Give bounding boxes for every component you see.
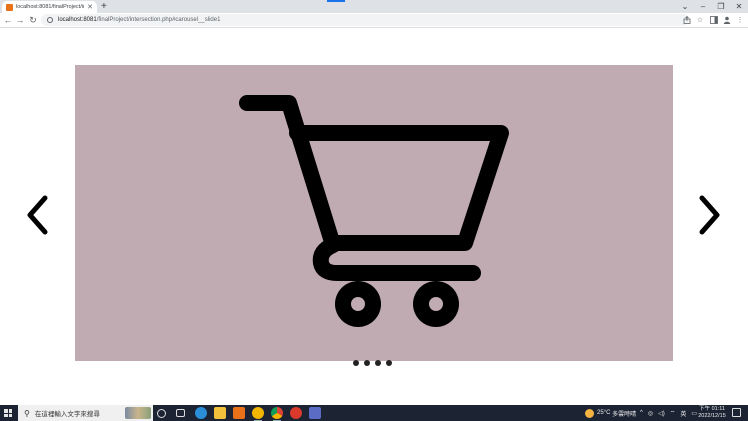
favicon-icon [6, 3, 13, 11]
weather-temp: 25°C [597, 410, 611, 416]
close-tab-icon[interactable]: ✕ [87, 4, 93, 11]
url-path: /finalProject/intersection.php#carousel_… [96, 17, 221, 23]
taskbar-clock[interactable]: 下午 01:11 2022/12/15 [696, 406, 728, 420]
notification-center-icon[interactable] [732, 408, 741, 417]
site-info-icon[interactable] [47, 17, 53, 23]
edge-icon[interactable] [195, 407, 207, 419]
address-bar[interactable]: localhost:8081/finalProject/intersection… [41, 14, 689, 26]
chrome-icon[interactable] [271, 407, 283, 421]
carousel-slide [75, 65, 673, 361]
task-view-icon[interactable] [176, 409, 185, 417]
url-host: localhost:8081 [58, 17, 97, 23]
sidepanel-icon[interactable] [708, 14, 720, 26]
weather-icon [585, 408, 594, 418]
carousel-dot-3[interactable] [375, 360, 381, 366]
carousel-next-button[interactable] [694, 193, 724, 237]
ime-indicator[interactable]: 英 [680, 409, 686, 418]
taskbar: ⚲ 在這裡輸入文字來搜尋 25°C 多雲時晴 ^ ◎ ◁) ⌔ 英 ▭ 下午 0… [0, 405, 748, 421]
clock-date: 2022/12/15 [698, 413, 726, 419]
volume-icon[interactable]: ◁) [658, 410, 665, 417]
app-red-icon[interactable] [290, 407, 302, 419]
share-icon[interactable] [681, 14, 693, 26]
carousel-dot-4[interactable] [386, 360, 392, 366]
network-icon[interactable]: ◎ [648, 410, 653, 417]
app-figure-icon[interactable] [309, 407, 321, 419]
profile-icon[interactable] [721, 14, 733, 26]
wifi-icon[interactable]: ⌔ [670, 409, 676, 417]
minimize-button[interactable]: – [694, 0, 712, 13]
store-icon[interactable] [233, 407, 245, 419]
system-tray: ^ ◎ ◁) ⌔ 英 ▭ [640, 405, 697, 421]
search-highlight-image [125, 407, 151, 419]
menu-icon[interactable]: ⋮ [734, 14, 746, 26]
carousel-prev-button[interactable] [23, 193, 53, 237]
browser-tab[interactable]: localhost:8081/finalProject/in ✕ [2, 1, 97, 13]
tab-drag-indicator [327, 0, 345, 2]
clock-time: 下午 01:11 [699, 406, 725, 412]
forward-button[interactable]: → [14, 14, 26, 26]
browser-toolbar: ← → ↻ localhost:8081/finalProject/inters… [0, 13, 748, 28]
weather-desc: 多雲時晴 [612, 411, 637, 418]
restore-button[interactable]: ❐ [712, 0, 730, 13]
carousel-dot-2[interactable] [364, 360, 370, 366]
cortana-icon[interactable] [157, 409, 166, 418]
search-icon: ⚲ [24, 408, 30, 418]
tab-title: localhost:8081/finalProject/in [16, 4, 85, 10]
shopping-cart-icon [239, 95, 509, 327]
carousel-dot-1[interactable] [353, 360, 359, 366]
weather-widget[interactable]: 25°C 多雲時晴 [585, 405, 636, 421]
taskbar-search[interactable]: ⚲ 在這裡輸入文字來搜尋 [18, 405, 153, 421]
back-button[interactable]: ← [2, 14, 14, 26]
page-content [0, 29, 748, 405]
file-explorer-icon[interactable] [214, 407, 226, 419]
chrome-canary-icon[interactable] [252, 407, 264, 421]
search-placeholder: 在這裡輸入文字來搜尋 [34, 411, 100, 418]
carousel-indicators [353, 360, 392, 366]
window-close-button[interactable]: ✕ [730, 0, 748, 13]
tray-expand-icon[interactable]: ^ [640, 410, 643, 416]
tab-strip: localhost:8081/finalProject/in ✕ + ⌄ – ❐… [0, 0, 748, 13]
tab-search-icon[interactable]: ⌄ [676, 0, 694, 13]
windows-start-button[interactable] [4, 409, 12, 417]
new-tab-button[interactable]: + [101, 1, 107, 12]
star-icon[interactable]: ☆ [694, 14, 706, 26]
url-text[interactable]: localhost:8081/finalProject/intersection… [58, 17, 220, 23]
reload-button[interactable]: ↻ [27, 14, 39, 26]
